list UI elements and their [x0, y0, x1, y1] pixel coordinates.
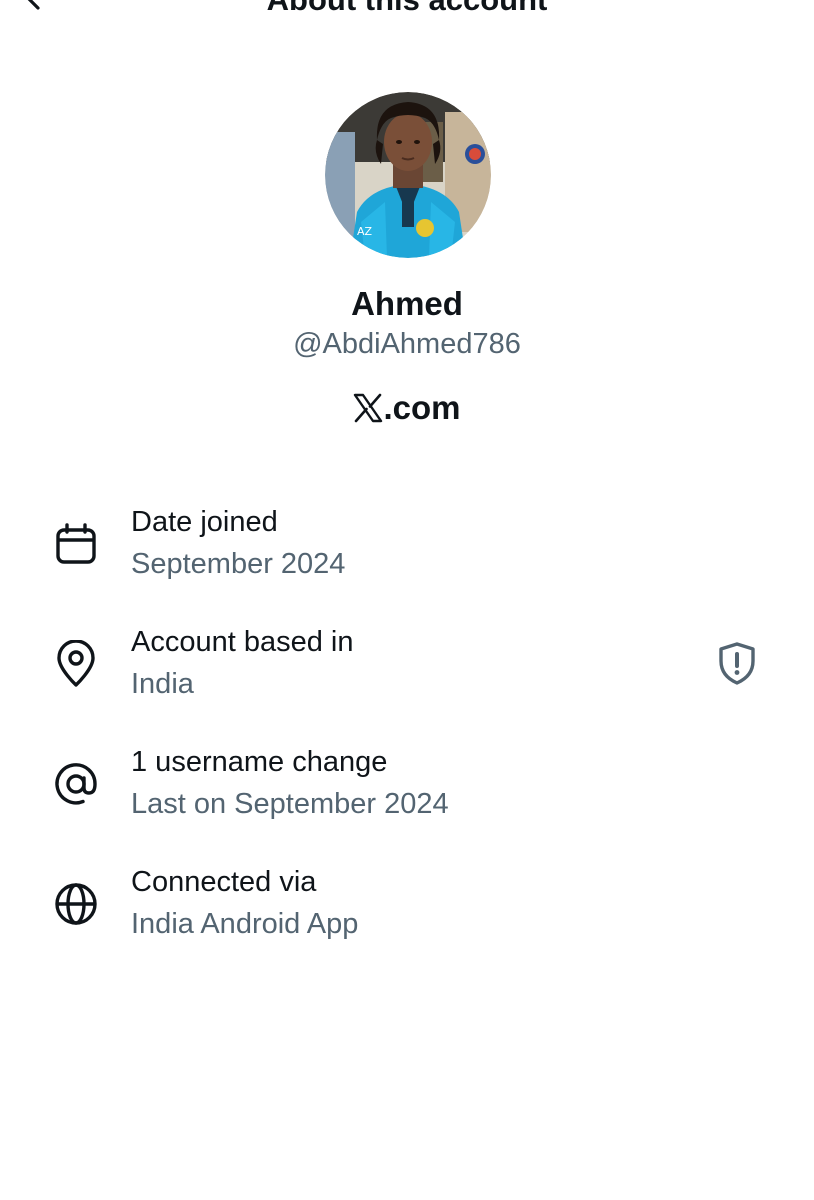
info-label: 1 username change [131, 746, 388, 778]
top-bar: About this account [0, 0, 814, 24]
info-value: Last on September 2024 [131, 788, 449, 820]
shield-alert-button[interactable] [713, 639, 761, 687]
x-logo-icon [354, 393, 383, 423]
at-sign-icon [50, 758, 102, 810]
brand-text: .com [383, 389, 461, 426]
brand-row: .com [0, 388, 814, 428]
info-label: Account based in [131, 626, 354, 658]
info-row-connected-via: Connected via India Android App [0, 856, 814, 956]
info-label: Connected via [131, 866, 317, 898]
avatar[interactable]: AZ [325, 92, 491, 258]
info-value: India Android App [131, 908, 359, 940]
info-value: September 2024 [131, 548, 346, 580]
info-value: India [131, 668, 194, 700]
avatar-image: AZ [325, 92, 491, 258]
info-label: Date joined [131, 506, 278, 538]
page-title: About this account [0, 0, 814, 18]
svg-text:AZ: AZ [357, 225, 373, 238]
shield-alert-icon [719, 642, 755, 685]
profile-handle: @AbdiAhmed786 [293, 328, 521, 360]
info-row-date-joined: Date joined September 2024 [0, 496, 814, 596]
profile-name: Ahmed [351, 285, 463, 322]
calendar-icon [50, 518, 102, 570]
info-row-account-based-in: Account based in India [0, 616, 814, 716]
globe-icon [50, 878, 102, 930]
location-pin-icon [50, 638, 102, 690]
info-row-username-change: 1 username change Last on September 2024 [0, 736, 814, 836]
